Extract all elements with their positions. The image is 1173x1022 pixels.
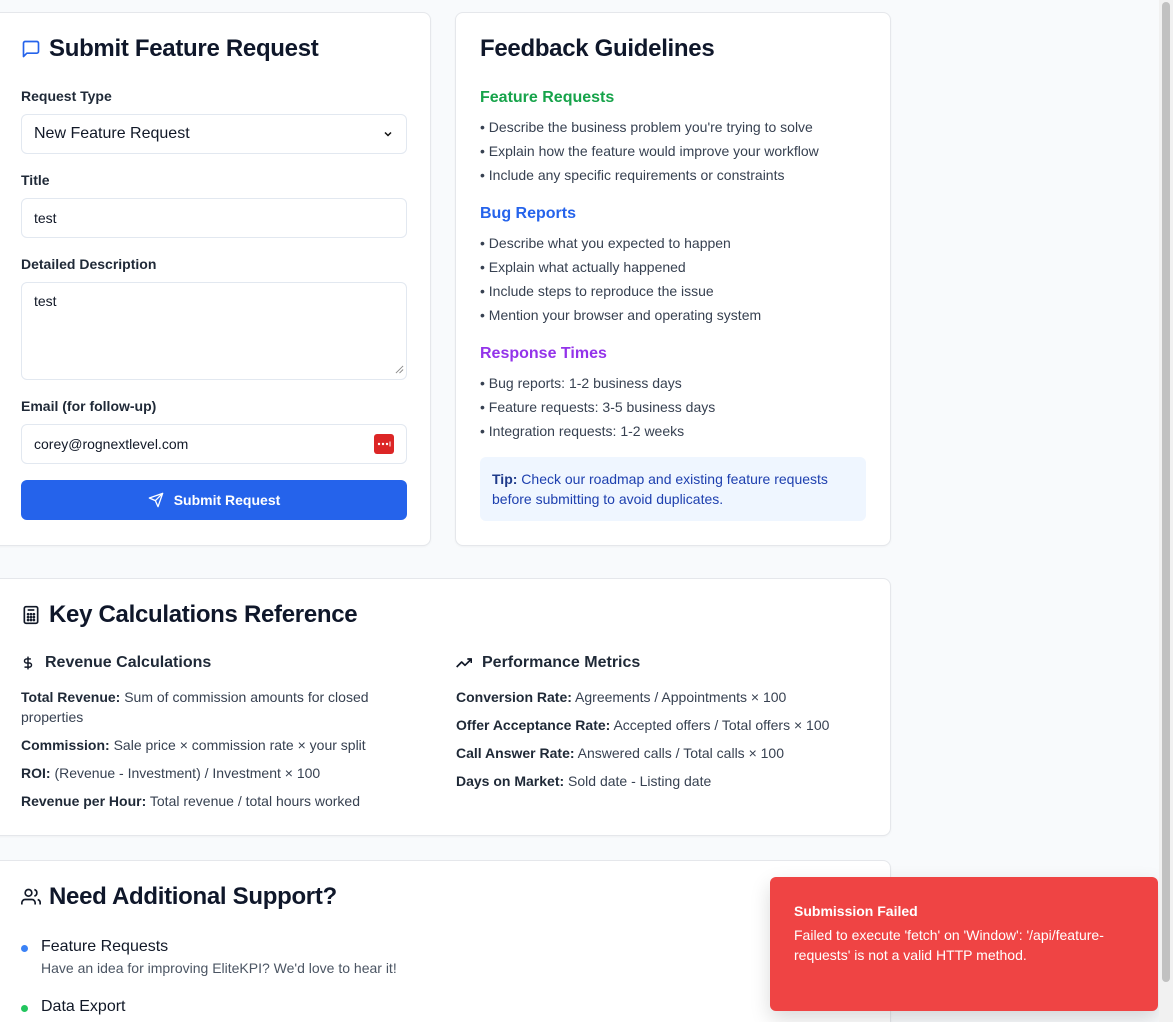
key-calculations-card: Key Calculations Reference Revenue Calcu… xyxy=(0,578,891,836)
list-item: Total Revenue: Sum of commission amounts… xyxy=(21,687,421,727)
list-item: ROI: (Revenue - Investment) / Investment… xyxy=(21,763,421,783)
support-title-text: Need Additional Support? xyxy=(49,883,337,910)
title-input-value: test xyxy=(34,210,57,226)
guideline-heading-feature-requests: Feature Requests xyxy=(480,89,615,106)
feedback-guidelines-card: Feedback Guidelines Feature Requests • D… xyxy=(455,12,891,546)
support-item-title: Feature Requests xyxy=(41,938,169,955)
calc-desc: Accepted offers / Total offers × 100 xyxy=(613,717,830,733)
submit-request-button[interactable]: Submit Request xyxy=(21,480,407,520)
calc-term: Conversion Rate: xyxy=(456,689,572,705)
revenue-heading-text: Revenue Calculations xyxy=(45,654,212,671)
list-item: • Explain what actually happened xyxy=(480,259,686,275)
email-input-value: corey@rognextlevel.com xyxy=(34,436,189,452)
email-input[interactable]: corey@rognextlevel.com xyxy=(21,424,407,464)
submit-form-title-text: Submit Feature Request xyxy=(49,35,319,62)
guidelines-title: Feedback Guidelines xyxy=(480,35,715,62)
performance-heading-text: Performance Metrics xyxy=(482,654,641,671)
request-type-select[interactable]: New Feature Request xyxy=(21,114,407,154)
list-item: Commission: Sale price × commission rate… xyxy=(21,735,421,755)
email-label: Email (for follow-up) xyxy=(21,398,157,414)
submit-feature-request-card: Submit Feature Request Request Type New … xyxy=(0,12,431,546)
description-textarea[interactable]: test xyxy=(21,282,407,380)
list-item: Days on Market: Sold date - Listing date xyxy=(456,771,876,791)
send-icon xyxy=(148,492,164,508)
calc-desc: Sale price × commission rate × your spli… xyxy=(113,737,366,753)
calculations-title: Key Calculations Reference xyxy=(21,601,358,629)
chevron-down-icon xyxy=(382,128,394,140)
bullet-dot-icon xyxy=(21,1005,28,1012)
calc-term: Total Revenue: xyxy=(21,689,121,705)
list-item: • Mention your browser and operating sys… xyxy=(480,307,762,323)
list-item: Conversion Rate: Agreements / Appointmen… xyxy=(456,687,876,707)
submit-request-label: Submit Request xyxy=(173,492,281,508)
calc-desc: Total revenue / total hours worked xyxy=(149,793,361,809)
resize-handle-icon[interactable] xyxy=(395,361,404,377)
calc-term: Offer Acceptance Rate: xyxy=(456,717,611,733)
calc-desc: Agreements / Appointments × 100 xyxy=(575,689,787,705)
calc-term: Call Answer Rate: xyxy=(456,745,575,761)
list-item: • Describe what you expected to happen xyxy=(480,235,731,251)
support-item-desc: Have an idea for improving EliteKPI? We'… xyxy=(41,960,397,976)
calc-term: Revenue per Hour: xyxy=(21,793,147,809)
tip-label: Tip: xyxy=(492,471,518,487)
revenue-calculations-list: Total Revenue: Sum of commission amounts… xyxy=(21,687,421,819)
toast-title: Submission Failed xyxy=(794,903,918,919)
list-item: • Include steps to reproduce the issue xyxy=(480,283,714,299)
password-manager-icon[interactable] xyxy=(374,434,394,454)
dollar-sign-icon xyxy=(21,655,35,671)
list-item: Offer Acceptance Rate: Accepted offers /… xyxy=(456,715,876,735)
calc-desc: (Revenue - Investment) / Investment × 10… xyxy=(54,765,321,781)
scrollbar-thumb[interactable] xyxy=(1162,2,1170,982)
guideline-list-response-times: • Bug reports: 1-2 business days • Featu… xyxy=(480,371,715,443)
error-toast[interactable]: Submission Failed Failed to execute 'fet… xyxy=(770,877,1158,1011)
calculator-icon xyxy=(21,605,41,625)
bullet-dot-icon xyxy=(21,945,28,952)
guideline-heading-bug-reports: Bug Reports xyxy=(480,205,576,222)
calculations-title-text: Key Calculations Reference xyxy=(49,601,358,628)
description-label: Detailed Description xyxy=(21,256,157,272)
list-item: • Include any specific requirements or c… xyxy=(480,167,785,183)
list-item: • Feature requests: 3-5 business days xyxy=(480,399,716,415)
list-item: • Explain how the feature would improve … xyxy=(480,143,819,159)
submit-form-title: Submit Feature Request xyxy=(21,35,319,63)
guideline-list-bug-reports: • Describe what you expected to happen •… xyxy=(480,231,761,327)
calc-term: Days on Market: xyxy=(456,773,565,789)
guideline-heading-response-times: Response Times xyxy=(480,345,607,362)
support-item-title: Data Export xyxy=(41,998,126,1015)
additional-support-card: Need Additional Support? Feature Request… xyxy=(0,860,891,1022)
tip-text: Check our roadmap and existing feature r… xyxy=(492,471,828,507)
calc-desc: Answered calls / Total calls × 100 xyxy=(577,745,784,761)
tip-box: Tip: Check our roadmap and existing feat… xyxy=(480,457,866,521)
title-input[interactable]: test xyxy=(21,198,407,238)
calc-term: ROI: xyxy=(21,765,51,781)
support-title: Need Additional Support? xyxy=(21,883,337,911)
toast-message: Failed to execute 'fetch' on 'Window': '… xyxy=(794,927,1104,963)
request-type-label: Request Type xyxy=(21,88,112,104)
list-item: • Describe the business problem you're t… xyxy=(480,119,813,135)
list-item: Revenue per Hour: Total revenue / total … xyxy=(21,791,421,811)
calc-term: Commission: xyxy=(21,737,110,753)
list-item: Call Answer Rate: Answered calls / Total… xyxy=(456,743,876,763)
users-icon xyxy=(21,887,41,907)
revenue-calculations-heading: Revenue Calculations xyxy=(21,654,211,672)
description-value: test xyxy=(34,293,57,309)
request-type-value: New Feature Request xyxy=(34,125,190,142)
trending-up-icon xyxy=(456,655,472,671)
page-scrollbar[interactable] xyxy=(1159,0,1173,1022)
list-item: • Bug reports: 1-2 business days xyxy=(480,375,682,391)
guideline-list-feature-requests: • Describe the business problem you're t… xyxy=(480,115,819,187)
calc-desc: Sold date - Listing date xyxy=(568,773,712,789)
list-item: • Integration requests: 1-2 weeks xyxy=(480,423,685,439)
performance-metrics-heading: Performance Metrics xyxy=(456,654,640,672)
performance-metrics-list: Conversion Rate: Agreements / Appointmen… xyxy=(456,687,876,799)
message-square-icon xyxy=(21,39,41,59)
title-label: Title xyxy=(21,172,50,188)
